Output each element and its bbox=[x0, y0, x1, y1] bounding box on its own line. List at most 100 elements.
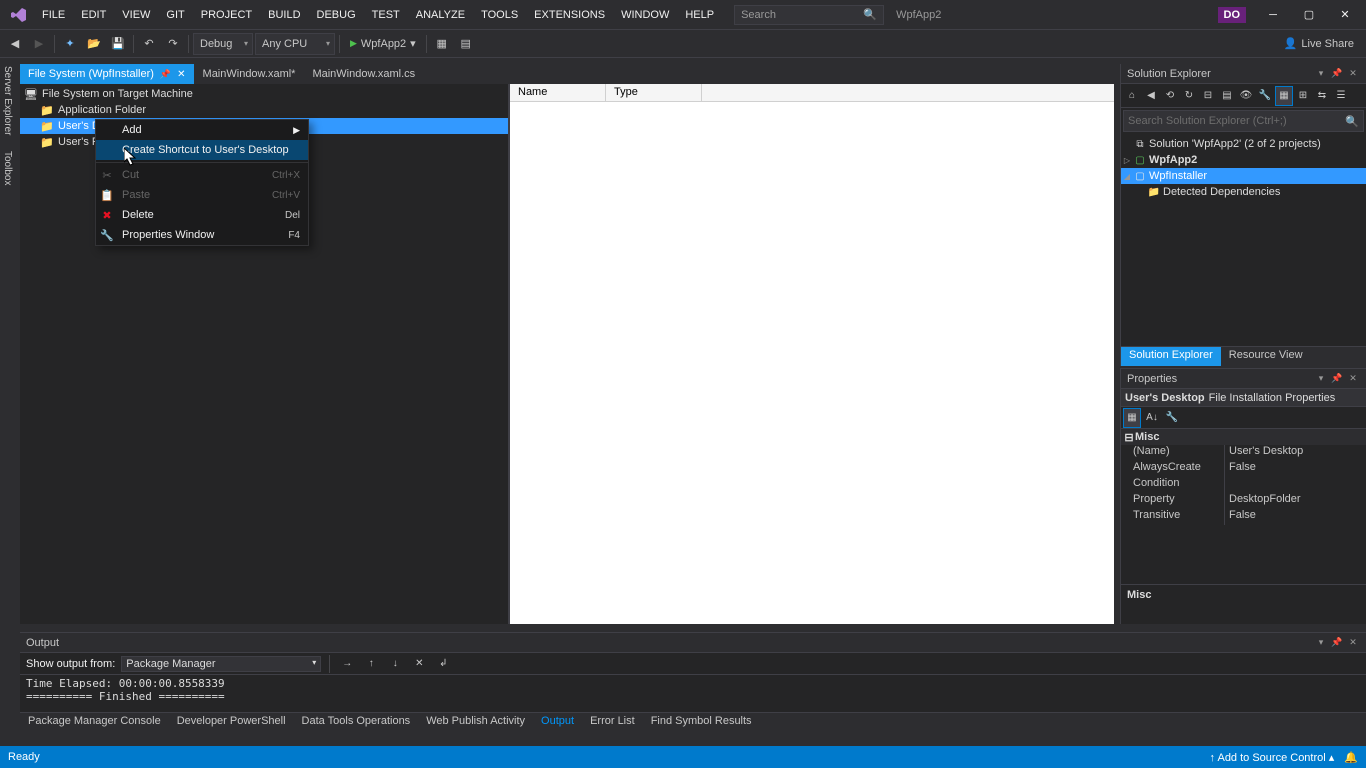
close-button[interactable]: ✕ bbox=[1328, 2, 1362, 28]
tab-error-list[interactable]: Error List bbox=[582, 713, 643, 732]
add-source-control[interactable]: ↑ Add to Source Control ▴ bbox=[1210, 751, 1335, 764]
prop-name[interactable]: (Name)User's Desktop bbox=[1121, 445, 1366, 461]
dropdown-icon[interactable]: ▾ bbox=[1314, 373, 1328, 384]
se-view-icon[interactable]: ⊞ bbox=[1294, 86, 1312, 106]
output-text[interactable]: Time Elapsed: 00:00:00.8558339 =========… bbox=[20, 675, 1366, 705]
expand-icon[interactable]: ◢ bbox=[1121, 172, 1133, 181]
tab-resource-view[interactable]: Resource View bbox=[1221, 347, 1311, 366]
tab-mainwindow-xaml-cs[interactable]: MainWindow.xaml.cs bbox=[304, 64, 424, 84]
menu-debug[interactable]: DEBUG bbox=[309, 5, 364, 25]
nav-back-button[interactable]: ◀ bbox=[4, 33, 26, 55]
ctx-delete[interactable]: ✖ Delete Del bbox=[96, 205, 308, 225]
title-search-box[interactable]: Search 🔍 bbox=[734, 5, 884, 25]
prop-transitive[interactable]: TransitiveFalse bbox=[1121, 509, 1366, 525]
output-source-dropdown[interactable]: Package Manager bbox=[121, 656, 321, 672]
se-nesting-icon[interactable]: ▦ bbox=[1275, 86, 1293, 106]
redo-button[interactable]: ↷ bbox=[162, 33, 184, 55]
project-wpfinstaller[interactable]: ◢ ▢ WpfInstaller bbox=[1121, 168, 1366, 184]
tab-mainwindow-xaml[interactable]: MainWindow.xaml* bbox=[195, 64, 305, 84]
col-name[interactable]: Name bbox=[510, 84, 606, 101]
new-button[interactable]: ✦ bbox=[59, 33, 81, 55]
se-showall-icon[interactable]: ▤ bbox=[1218, 86, 1236, 106]
close-panel-icon[interactable]: ✕ bbox=[1346, 68, 1360, 79]
user-badge[interactable]: DO bbox=[1218, 7, 1247, 23]
col-type[interactable]: Type bbox=[606, 84, 702, 101]
tb-icon-b[interactable]: ▤ bbox=[455, 33, 477, 55]
output-goto-icon[interactable]: → bbox=[338, 654, 356, 674]
close-panel-icon[interactable]: ✕ bbox=[1346, 637, 1360, 648]
tab-dev-ps[interactable]: Developer PowerShell bbox=[169, 713, 294, 732]
se-back-icon[interactable]: ◀ bbox=[1142, 86, 1160, 106]
alphabetical-icon[interactable]: A↓ bbox=[1143, 408, 1161, 428]
tab-find-symbol[interactable]: Find Symbol Results bbox=[643, 713, 760, 732]
tab-file-system[interactable]: File System (WpfInstaller) 📌 ✕ bbox=[20, 64, 195, 84]
properties-category[interactable]: ⊟ Misc bbox=[1121, 429, 1366, 445]
prop-condition[interactable]: Condition bbox=[1121, 477, 1366, 493]
property-pages-icon[interactable]: 🔧 bbox=[1163, 408, 1181, 428]
menu-window[interactable]: WINDOW bbox=[613, 5, 677, 25]
se-home-icon[interactable]: ⌂ bbox=[1123, 86, 1141, 106]
ctx-create-shortcut[interactable]: Create Shortcut to User's Desktop bbox=[96, 140, 308, 160]
menu-analyze[interactable]: ANALYZE bbox=[408, 5, 473, 25]
output-wrap-icon[interactable]: ↲ bbox=[434, 654, 452, 674]
detected-dependencies[interactable]: 📁 Detected Dependencies bbox=[1121, 184, 1366, 200]
close-panel-icon[interactable]: ✕ bbox=[1346, 373, 1360, 384]
close-tab-icon[interactable]: ✕ bbox=[177, 69, 185, 80]
expand-icon[interactable]: ▷ bbox=[1121, 156, 1133, 165]
se-collapse-icon[interactable]: ⊟ bbox=[1199, 86, 1217, 106]
pin-icon[interactable]: 📌 bbox=[1330, 637, 1344, 648]
categorized-icon[interactable]: ▦ bbox=[1123, 408, 1141, 428]
save-button[interactable]: 💾 bbox=[107, 33, 129, 55]
ctx-add[interactable]: Add ▶ bbox=[96, 120, 308, 140]
dropdown-icon[interactable]: ▾ bbox=[1314, 637, 1328, 648]
properties-object-selector[interactable]: User's Desktop File Installation Propert… bbox=[1121, 389, 1366, 407]
maximize-button[interactable]: ▢ bbox=[1292, 2, 1326, 28]
menu-help[interactable]: HELP bbox=[677, 5, 722, 25]
menu-git[interactable]: GIT bbox=[158, 5, 192, 25]
nav-fwd-button[interactable]: ▶ bbox=[28, 33, 50, 55]
se-preview-icon[interactable]: 👁 bbox=[1237, 86, 1255, 106]
status-notif-icon[interactable]: 🔔 bbox=[1344, 751, 1358, 764]
platform-dropdown[interactable]: Any CPU bbox=[255, 33, 335, 55]
server-explorer-tab[interactable]: Server Explorer bbox=[0, 58, 15, 143]
toolbox-tab[interactable]: Toolbox bbox=[0, 143, 15, 193]
menu-extensions[interactable]: EXTENSIONS bbox=[526, 5, 613, 25]
prop-property[interactable]: PropertyDesktopFolder bbox=[1121, 493, 1366, 509]
menu-project[interactable]: PROJECT bbox=[193, 5, 260, 25]
open-button[interactable]: 📂 bbox=[83, 33, 105, 55]
ctx-properties[interactable]: 🔧 Properties Window F4 bbox=[96, 225, 308, 245]
menu-build[interactable]: BUILD bbox=[260, 5, 308, 25]
output-clear-icon[interactable]: ✕ bbox=[410, 654, 428, 674]
prop-alwayscreate[interactable]: AlwaysCreateFalse bbox=[1121, 461, 1366, 477]
se-switch-icon[interactable]: ⇆ bbox=[1313, 86, 1331, 106]
output-prev-icon[interactable]: ↑ bbox=[362, 654, 380, 674]
tree-root[interactable]: 🖥 File System on Target Machine bbox=[20, 86, 508, 102]
tab-data-tools[interactable]: Data Tools Operations bbox=[294, 713, 419, 732]
se-refresh-icon[interactable]: ↻ bbox=[1180, 86, 1198, 106]
tab-output[interactable]: Output bbox=[533, 713, 582, 732]
tree-app-folder[interactable]: 📁 Application Folder bbox=[20, 102, 508, 118]
se-sync-icon[interactable]: ⟲ bbox=[1161, 86, 1179, 106]
tb-icon-a[interactable]: ▦ bbox=[431, 33, 453, 55]
solution-node[interactable]: ⧉ Solution 'WpfApp2' (2 of 2 projects) bbox=[1121, 136, 1366, 152]
undo-button[interactable]: ↶ bbox=[138, 33, 160, 55]
menu-edit[interactable]: EDIT bbox=[73, 5, 114, 25]
tab-solution-explorer[interactable]: Solution Explorer bbox=[1121, 347, 1221, 366]
minimize-button[interactable]: ─ bbox=[1256, 2, 1290, 28]
project-wpfapp2[interactable]: ▷ ▢ WpfApp2 bbox=[1121, 152, 1366, 168]
config-dropdown[interactable]: Debug bbox=[193, 33, 253, 55]
tab-pm-console[interactable]: Package Manager Console bbox=[20, 713, 169, 732]
se-filter-icon[interactable]: ☰ bbox=[1332, 86, 1350, 106]
start-button[interactable]: WpfApp2 ▾ bbox=[344, 35, 422, 52]
solution-explorer-search[interactable]: Search Solution Explorer (Ctrl+;) 🔍 bbox=[1123, 110, 1364, 132]
output-next-icon[interactable]: ↓ bbox=[386, 654, 404, 674]
dropdown-icon[interactable]: ▾ bbox=[1314, 68, 1328, 79]
pin-icon[interactable]: 📌 bbox=[160, 69, 171, 80]
menu-view[interactable]: VIEW bbox=[114, 5, 158, 25]
menu-file[interactable]: FILE bbox=[34, 5, 73, 25]
se-properties-icon[interactable]: 🔧 bbox=[1256, 86, 1274, 106]
menu-test[interactable]: TEST bbox=[364, 5, 408, 25]
tab-web-publish[interactable]: Web Publish Activity bbox=[418, 713, 533, 732]
pin-icon[interactable]: 📌 bbox=[1330, 373, 1344, 384]
pin-icon[interactable]: 📌 bbox=[1330, 68, 1344, 79]
